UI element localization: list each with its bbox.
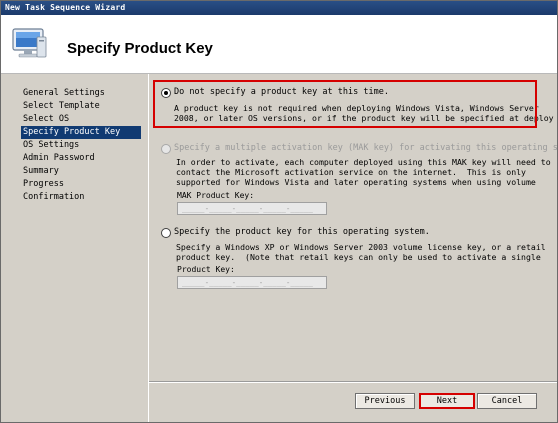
nav-item-general-settings[interactable]: General Settings: [21, 87, 141, 100]
nav-item-summary[interactable]: Summary: [21, 165, 141, 178]
nav-item-progress[interactable]: Progress: [21, 178, 141, 191]
nav-item-select-template[interactable]: Select Template: [21, 100, 141, 113]
nav-item-os-settings[interactable]: OS Settings: [21, 139, 141, 152]
page-title: Specify Product Key: [67, 40, 213, 57]
title-bar: New Task Sequence Wizard: [1, 1, 557, 15]
option-product-key-desc: Specify a Windows XP or Windows Server 2…: [176, 242, 546, 262]
cancel-button[interactable]: Cancel: [477, 393, 537, 409]
product-key-field-label: Product Key:: [177, 265, 235, 274]
next-button[interactable]: Next: [419, 393, 475, 409]
highlight-box-option: [153, 80, 537, 128]
footer-divider: [149, 381, 557, 383]
nav-item-specify-product-key[interactable]: Specify Product Key: [21, 126, 141, 139]
radio-mak-key[interactable]: [161, 144, 171, 154]
option-mak-key-label[interactable]: Specify a multiple activation key (MAK k…: [174, 143, 558, 154]
window-title: New Task Sequence Wizard: [5, 3, 126, 12]
product-key-input[interactable]: _____-_____-_____-_____-_____: [177, 276, 327, 289]
wizard-header: Specify Product Key: [1, 15, 557, 74]
computer-icon: [12, 28, 47, 58]
wizard-nav-panel: General Settings Select Template Select …: [1, 74, 148, 422]
mak-key-field-label: MAK Product Key:: [177, 191, 255, 200]
mak-key-input[interactable]: _____-_____-_____-_____-_____: [177, 202, 327, 215]
previous-button[interactable]: Previous: [355, 393, 415, 409]
radio-product-key[interactable]: [161, 228, 171, 238]
nav-item-confirmation[interactable]: Confirmation: [21, 191, 141, 204]
nav-item-admin-password[interactable]: Admin Password: [21, 152, 141, 165]
wizard-steps: General Settings Select Template Select …: [21, 87, 141, 204]
nav-item-select-os[interactable]: Select OS: [21, 113, 141, 126]
wizard-window: New Task Sequence Wizard Specify Product…: [0, 0, 558, 423]
option-mak-key-desc: In order to activate, each computer depl…: [176, 157, 551, 187]
option-product-key-label[interactable]: Specify the product key for this operati…: [174, 227, 430, 238]
